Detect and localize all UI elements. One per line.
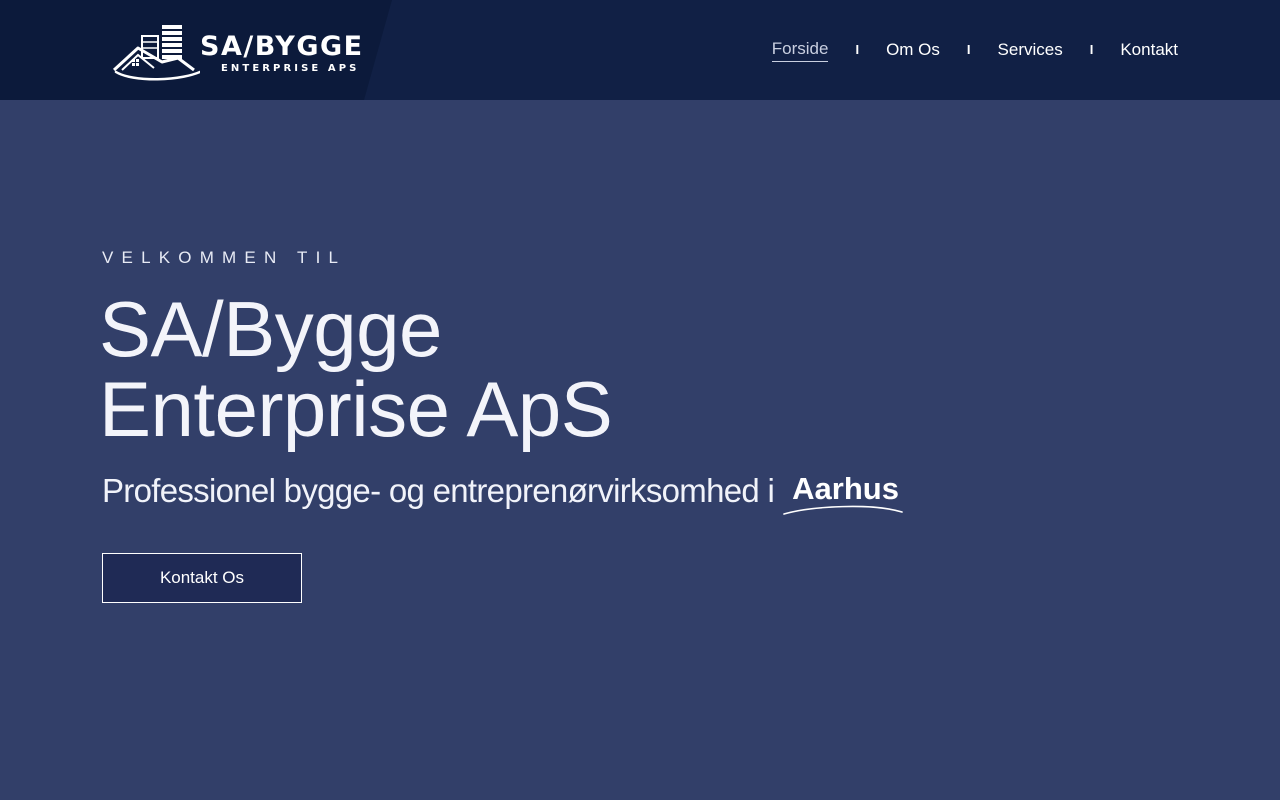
nav-item-forside[interactable]: Forside	[771, 38, 829, 62]
main-nav: Forside I Om Os I Services I Kontakt	[771, 37, 1178, 63]
hero-title-line-2: Enterprise ApS	[99, 365, 613, 453]
hero-tagline: Professionel bygge- og entreprenørvirkso…	[102, 472, 775, 509]
hero-title: SA/Bygge Enterprise ApS	[99, 289, 1002, 449]
logo-subtitle: ENTERPRISE APS	[221, 63, 360, 74]
hero-section: VELKOMMEN TIL SA/Bygge Enterprise ApS Pr…	[99, 245, 1002, 521]
hero-title-line-1: SA/Bygge	[99, 285, 442, 373]
site-logo[interactable]: SA/BYGGE ENTERPRISE APS	[112, 22, 382, 82]
house-with-buildings-icon	[112, 25, 200, 81]
hero-eyebrow: VELKOMMEN TIL	[102, 248, 347, 267]
nav-separator: I	[855, 42, 860, 57]
nav-separator: I	[1089, 42, 1094, 57]
hero-tagline-row: Professionel bygge- og entreprenørvirkso…	[102, 471, 1002, 521]
contact-us-button[interactable]: Kontakt Os	[102, 553, 302, 603]
underline-swoosh-icon	[783, 505, 903, 515]
site-header: SA/BYGGE ENTERPRISE APS Forside I Om Os …	[0, 0, 1280, 100]
hero-city-highlight: Aarhus	[783, 471, 909, 515]
nav-item-om-os[interactable]: Om Os	[886, 38, 940, 62]
nav-item-kontakt[interactable]: Kontakt	[1120, 38, 1178, 62]
nav-item-services[interactable]: Services	[998, 38, 1063, 62]
nav-separator: I	[966, 42, 971, 57]
logo-title: SA/BYGGE	[200, 31, 364, 62]
